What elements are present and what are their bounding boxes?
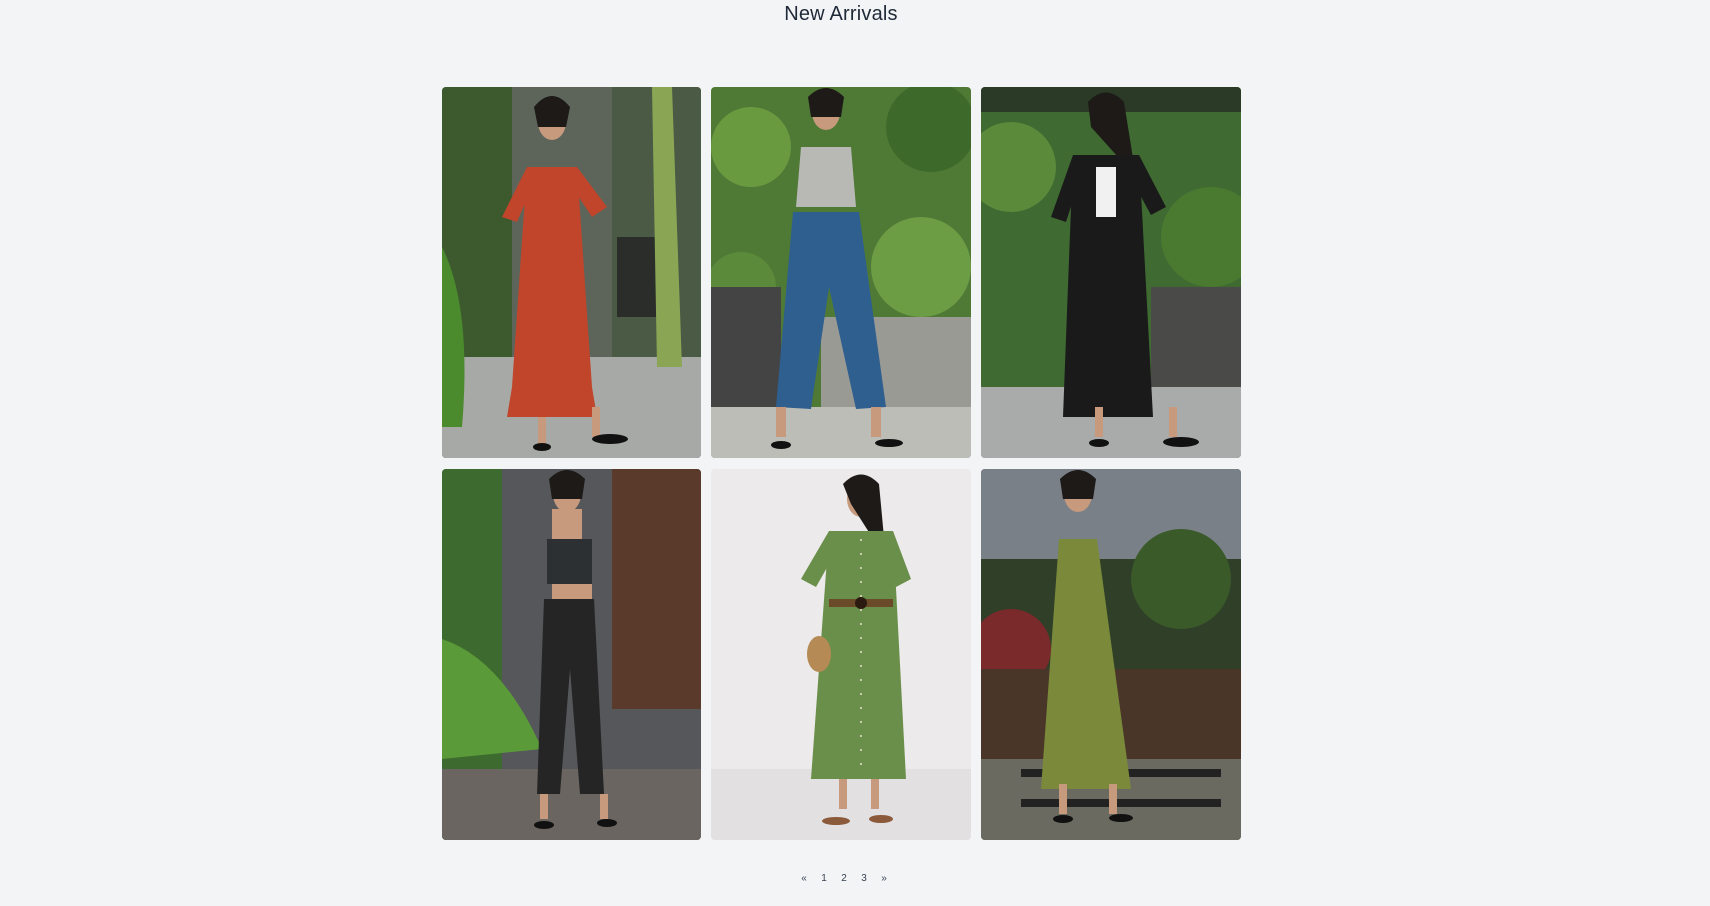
pagination-page-2[interactable]: 2 — [834, 873, 854, 884]
new-arrivals-page: New Arrivals « 1 2 3 » — [0, 0, 1710, 906]
product-card-4[interactable] — [442, 469, 701, 840]
pagination-page-3[interactable]: 3 — [854, 873, 874, 884]
product-card-2[interactable] — [711, 87, 971, 458]
pagination-page-1[interactable]: 1 — [814, 873, 834, 884]
product-card-3[interactable] — [981, 87, 1241, 458]
product-image-4 — [442, 469, 701, 840]
pagination-next[interactable]: » — [874, 873, 894, 884]
product-card-5[interactable] — [711, 469, 971, 840]
product-image-3 — [981, 87, 1241, 458]
pagination: « 1 2 3 » — [794, 873, 894, 884]
page-title: New Arrivals — [784, 3, 898, 25]
product-image-2 — [711, 87, 971, 458]
product-image-1 — [442, 87, 701, 458]
product-grid — [442, 87, 1241, 840]
product-image-6 — [981, 469, 1241, 840]
product-image-5 — [711, 469, 971, 840]
product-card-6[interactable] — [981, 469, 1241, 840]
pagination-prev[interactable]: « — [794, 873, 814, 884]
product-card-1[interactable] — [442, 87, 701, 458]
